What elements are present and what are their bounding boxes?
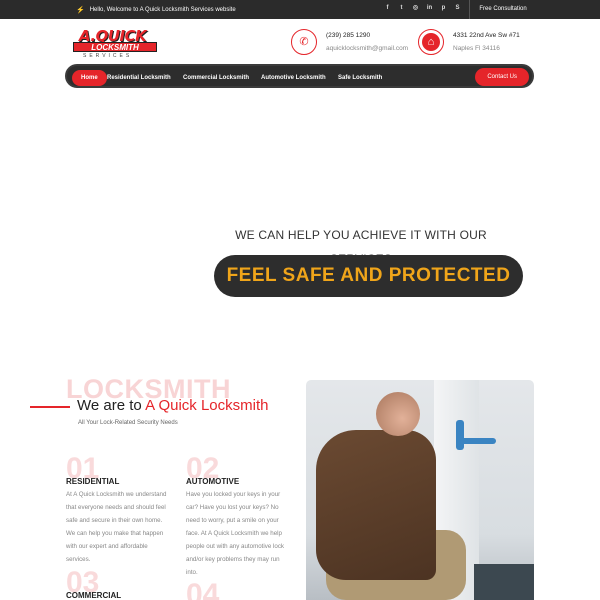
address-line1: 4331 22nd Ave Sw #71 xyxy=(453,32,520,39)
facebook-icon[interactable]: f xyxy=(383,4,392,13)
feature-text-residential: At A Quick Locksmith we understand that … xyxy=(66,488,166,566)
skype-icon[interactable]: S xyxy=(453,4,462,13)
heading-prefix: We are to xyxy=(77,397,146,414)
heading-emphasis: A Quick Locksmith xyxy=(145,397,269,414)
linkedin-icon[interactable]: in xyxy=(425,4,434,13)
feature-line: that everyone needs and should feel xyxy=(66,504,166,511)
feature-title-residential: RESIDENTIAL xyxy=(66,477,120,486)
worker-image xyxy=(316,430,436,580)
locksmith-photo xyxy=(306,380,534,600)
welcome-text: Hello, Welcome to A Quick Locksmith Serv… xyxy=(89,7,236,13)
free-consultation-link[interactable]: Free Consultation xyxy=(469,0,536,19)
hero-subtitle: WE CAN HELP YOU ACHIEVE IT WITH OUR SERV… xyxy=(208,223,514,266)
nav-item-automotive[interactable]: Automotive Locksmith xyxy=(261,70,326,86)
nav-item-safe[interactable]: Safe Locksmith xyxy=(338,70,382,86)
feature-number: 04 xyxy=(186,578,220,600)
feature-line: safe and secure in their own home. xyxy=(66,517,163,524)
phone-number[interactable]: (239) 285 1290 xyxy=(326,29,408,42)
feature-title-automotive: AUTOMOTIVE xyxy=(186,477,240,486)
section-heading: We are to A Quick Locksmith xyxy=(77,397,268,414)
feature-title-commercial: COMMERCIAL xyxy=(66,591,122,600)
door-handle-image xyxy=(456,420,464,450)
nav-item-home[interactable]: Home xyxy=(72,70,107,86)
feature-line: We can help you make that happen xyxy=(66,530,164,537)
home-icon: ⌂ xyxy=(422,33,440,51)
address-contact: ⌂ 4331 22nd Ave Sw #71 Naples Fl 34116 xyxy=(418,29,520,55)
twitter-icon[interactable]: t xyxy=(397,4,406,13)
logo-line3: SERVICES xyxy=(83,53,133,59)
hero-title: FEEL SAFE AND PROTECTED xyxy=(214,255,523,297)
address-line2: Naples Fl 34116 xyxy=(453,45,500,52)
home-icon-wrap: ⌂ xyxy=(418,29,444,55)
feature-line: people out with any automotive lock xyxy=(186,543,285,550)
bolt-icon: ⚡ xyxy=(76,7,85,14)
hero-overlay: WE CAN HELP YOU ACHIEVE IT WITH OUR SERV… xyxy=(0,76,600,356)
social-links: f t ◎ in p S xyxy=(383,4,462,13)
welcome-message: ⚡ Hello, Welcome to A Quick Locksmith Se… xyxy=(76,6,236,14)
top-bar: ⚡ Hello, Welcome to A Quick Locksmith Se… xyxy=(0,0,600,19)
feature-line: and/or key problems they may run xyxy=(186,556,280,563)
nav-item-commercial[interactable]: Commercial Locksmith xyxy=(183,70,249,86)
feature-line: At A Quick Locksmith we understand xyxy=(66,491,167,498)
feature-text-automotive: Have you locked your keys in your car? H… xyxy=(186,488,284,579)
logo-line2: LOCKSMITH xyxy=(73,42,157,52)
worker-head-image xyxy=(376,392,420,436)
feature-line: Have you locked your keys in your xyxy=(186,491,281,498)
feature-line: face. At A Quick Locksmith we help xyxy=(186,530,282,537)
heading-divider xyxy=(30,406,70,408)
toolbox-image xyxy=(474,564,534,600)
door-handle-image xyxy=(456,438,496,444)
email-address[interactable]: aquicklocksmith@gmail.com xyxy=(326,42,408,55)
instagram-icon[interactable]: ◎ xyxy=(411,4,420,13)
section-tagline: All Your Lock-Related Security Needs xyxy=(78,420,178,426)
phone-icon-wrap: ✆ xyxy=(291,29,317,55)
pinterest-icon[interactable]: p xyxy=(439,4,448,13)
phone-icon: ✆ xyxy=(295,33,313,51)
feature-line: car? Have you lost your keys? No xyxy=(186,504,279,511)
phone-contact: ✆ (239) 285 1290 aquicklocksmith@gmail.c… xyxy=(291,29,408,55)
feature-line: services. xyxy=(66,556,91,563)
feature-line: need to worry, put a smile on your xyxy=(186,517,279,524)
main-nav: Home Residential Locksmith Commercial Lo… xyxy=(65,64,534,88)
feature-line: with our expert and affordable xyxy=(66,543,148,550)
contact-us-button[interactable]: Contact Us xyxy=(475,68,529,86)
nav-item-residential[interactable]: Residential Locksmith xyxy=(107,70,171,86)
site-logo[interactable]: A.QUICK LOCKSMITH SERVICES xyxy=(73,27,157,61)
